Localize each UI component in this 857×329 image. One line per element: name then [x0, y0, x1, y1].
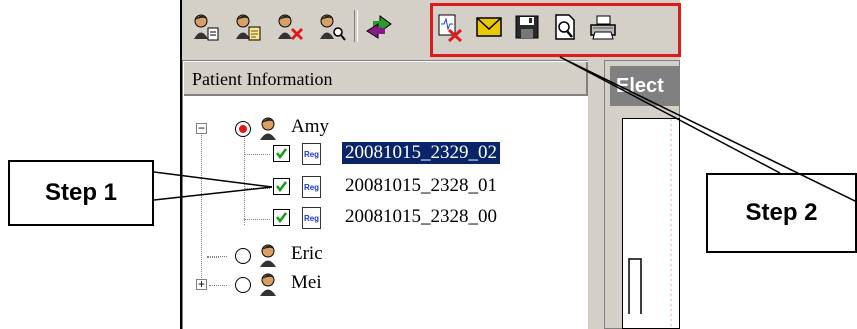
callout-pointers: [153, 56, 857, 203]
